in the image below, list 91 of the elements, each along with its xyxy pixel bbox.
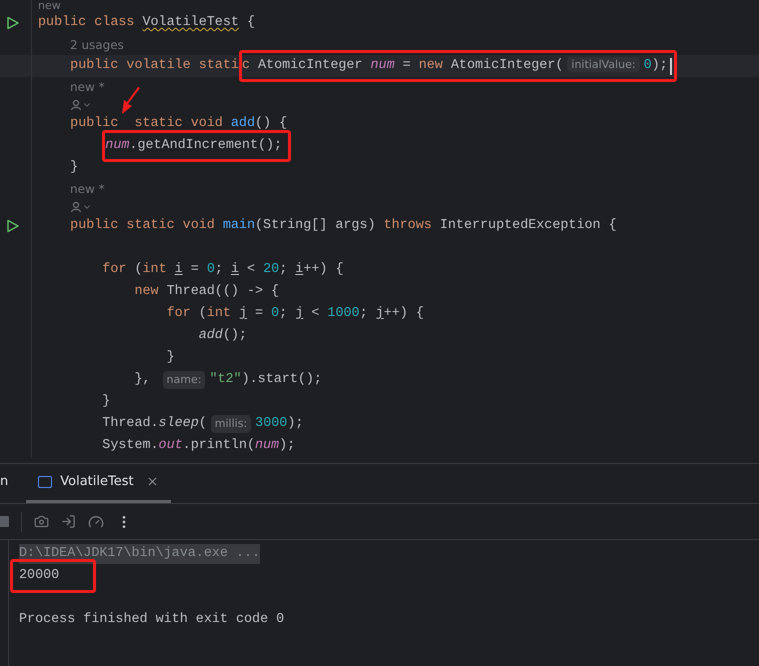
code-text: }, bbox=[134, 370, 152, 389]
code-text: (String[] args) bbox=[255, 216, 377, 235]
author-hint[interactable]: new * bbox=[70, 78, 105, 96]
code-text: ( bbox=[198, 304, 207, 323]
code-text: = bbox=[402, 58, 412, 73]
loop-variable: j bbox=[295, 304, 304, 323]
tab-label: VolatileTest bbox=[60, 472, 134, 491]
code-text: System. bbox=[102, 436, 159, 455]
console-command: D:\IDEA\JDK17\bin\java.exe ... bbox=[19, 544, 260, 564]
run-icon[interactable] bbox=[6, 219, 20, 233]
parameter-hint: millis: bbox=[210, 414, 252, 434]
code-text: Thread. bbox=[102, 414, 159, 433]
gauge-icon[interactable] bbox=[88, 514, 104, 530]
code-text: } bbox=[166, 348, 175, 367]
number-literal: 0 bbox=[271, 304, 280, 323]
parameter-hint: name: bbox=[162, 370, 206, 390]
field-name: num bbox=[370, 58, 395, 73]
camera-icon[interactable] bbox=[34, 514, 49, 529]
code-keyword: for bbox=[102, 260, 126, 279]
loop-variable: i bbox=[295, 260, 304, 279]
console-icon bbox=[38, 476, 52, 488]
code-text: ); bbox=[652, 58, 668, 73]
author-hint[interactable]: new * bbox=[70, 180, 105, 198]
number-literal: 3000 bbox=[255, 414, 288, 433]
code-text: .getAndIncrement(); bbox=[129, 138, 282, 153]
loop-variable: j bbox=[238, 304, 247, 323]
number-literal: 0 bbox=[644, 58, 652, 73]
code-keyword: public static void bbox=[70, 114, 224, 133]
code-text: < bbox=[247, 260, 256, 279]
code-keyword: c bbox=[242, 58, 250, 73]
author-icon[interactable] bbox=[70, 98, 92, 110]
code-text: ; bbox=[360, 304, 369, 323]
code-text: ; bbox=[279, 260, 288, 279]
code-text: ).start(); bbox=[242, 370, 322, 389]
number-literal: 1000 bbox=[327, 304, 360, 323]
tab-label: n bbox=[0, 472, 8, 491]
loop-variable: i bbox=[230, 260, 239, 279]
code-text: .println( bbox=[182, 436, 255, 455]
code-keyword: for bbox=[166, 304, 191, 323]
code-text: Thread(() -> { bbox=[166, 282, 280, 301]
login-icon[interactable] bbox=[61, 514, 76, 529]
close-icon[interactable] bbox=[146, 475, 159, 488]
code-text: ( bbox=[198, 414, 207, 433]
run-tab[interactable]: n bbox=[0, 463, 12, 503]
code-text: () { bbox=[254, 114, 288, 133]
class-name: VolatileTest bbox=[142, 14, 239, 32]
method-name: add bbox=[230, 114, 255, 133]
code-keyword: int bbox=[142, 260, 168, 279]
code-text: ; bbox=[279, 304, 288, 323]
code-keyword: throws bbox=[384, 216, 432, 235]
code-text: ); bbox=[287, 414, 304, 433]
code-text: { bbox=[246, 14, 255, 32]
author-icon[interactable] bbox=[70, 200, 92, 212]
code-keyword: public static void bbox=[70, 216, 216, 235]
console-output: 20000 bbox=[10, 558, 96, 594]
field-name: num bbox=[105, 138, 130, 153]
code-text: ; bbox=[214, 260, 224, 279]
code-text: } bbox=[102, 392, 110, 411]
console-output: Process finished with exit code 0 bbox=[19, 610, 284, 629]
loop-variable: j bbox=[376, 304, 384, 323]
code-text: } bbox=[70, 158, 78, 177]
string-literal: "t2" bbox=[209, 370, 242, 389]
code-keyword: new bbox=[134, 282, 159, 301]
field-name: out bbox=[158, 436, 183, 455]
code-text: = bbox=[190, 260, 200, 279]
run-tab[interactable]: VolatileTest bbox=[26, 463, 171, 503]
code-text: ++) { bbox=[303, 260, 344, 279]
field-name: num bbox=[254, 436, 280, 455]
parameter-hint: initialValue: bbox=[567, 56, 640, 72]
number-literal: 0 bbox=[206, 260, 215, 279]
code-text: AtomicInteger bbox=[258, 58, 364, 73]
method-call: sleep bbox=[158, 414, 199, 433]
code-text: < bbox=[311, 304, 320, 323]
method-name: main bbox=[222, 216, 255, 235]
code-keyword: new bbox=[418, 58, 443, 73]
code-keyword: public volatile stati bbox=[70, 56, 239, 75]
code-keyword: public class bbox=[38, 14, 136, 32]
usages-hint[interactable]: 2 usages bbox=[70, 36, 124, 54]
method-call: add bbox=[198, 326, 223, 345]
code-text: AtomicInteger( bbox=[450, 58, 564, 73]
code-text: ++) { bbox=[384, 304, 424, 323]
code-text: InterruptedException { bbox=[440, 216, 617, 235]
loop-variable: i bbox=[174, 260, 183, 279]
code-text: ); bbox=[279, 436, 296, 455]
code-text: ( bbox=[134, 260, 142, 279]
code-keyword: int bbox=[206, 304, 232, 323]
author-hint[interactable]: new bbox=[38, 0, 61, 12]
number-literal: 20 bbox=[263, 260, 280, 279]
code-text: (); bbox=[222, 326, 247, 345]
code-text: = bbox=[255, 304, 264, 323]
run-icon[interactable] bbox=[6, 16, 20, 30]
